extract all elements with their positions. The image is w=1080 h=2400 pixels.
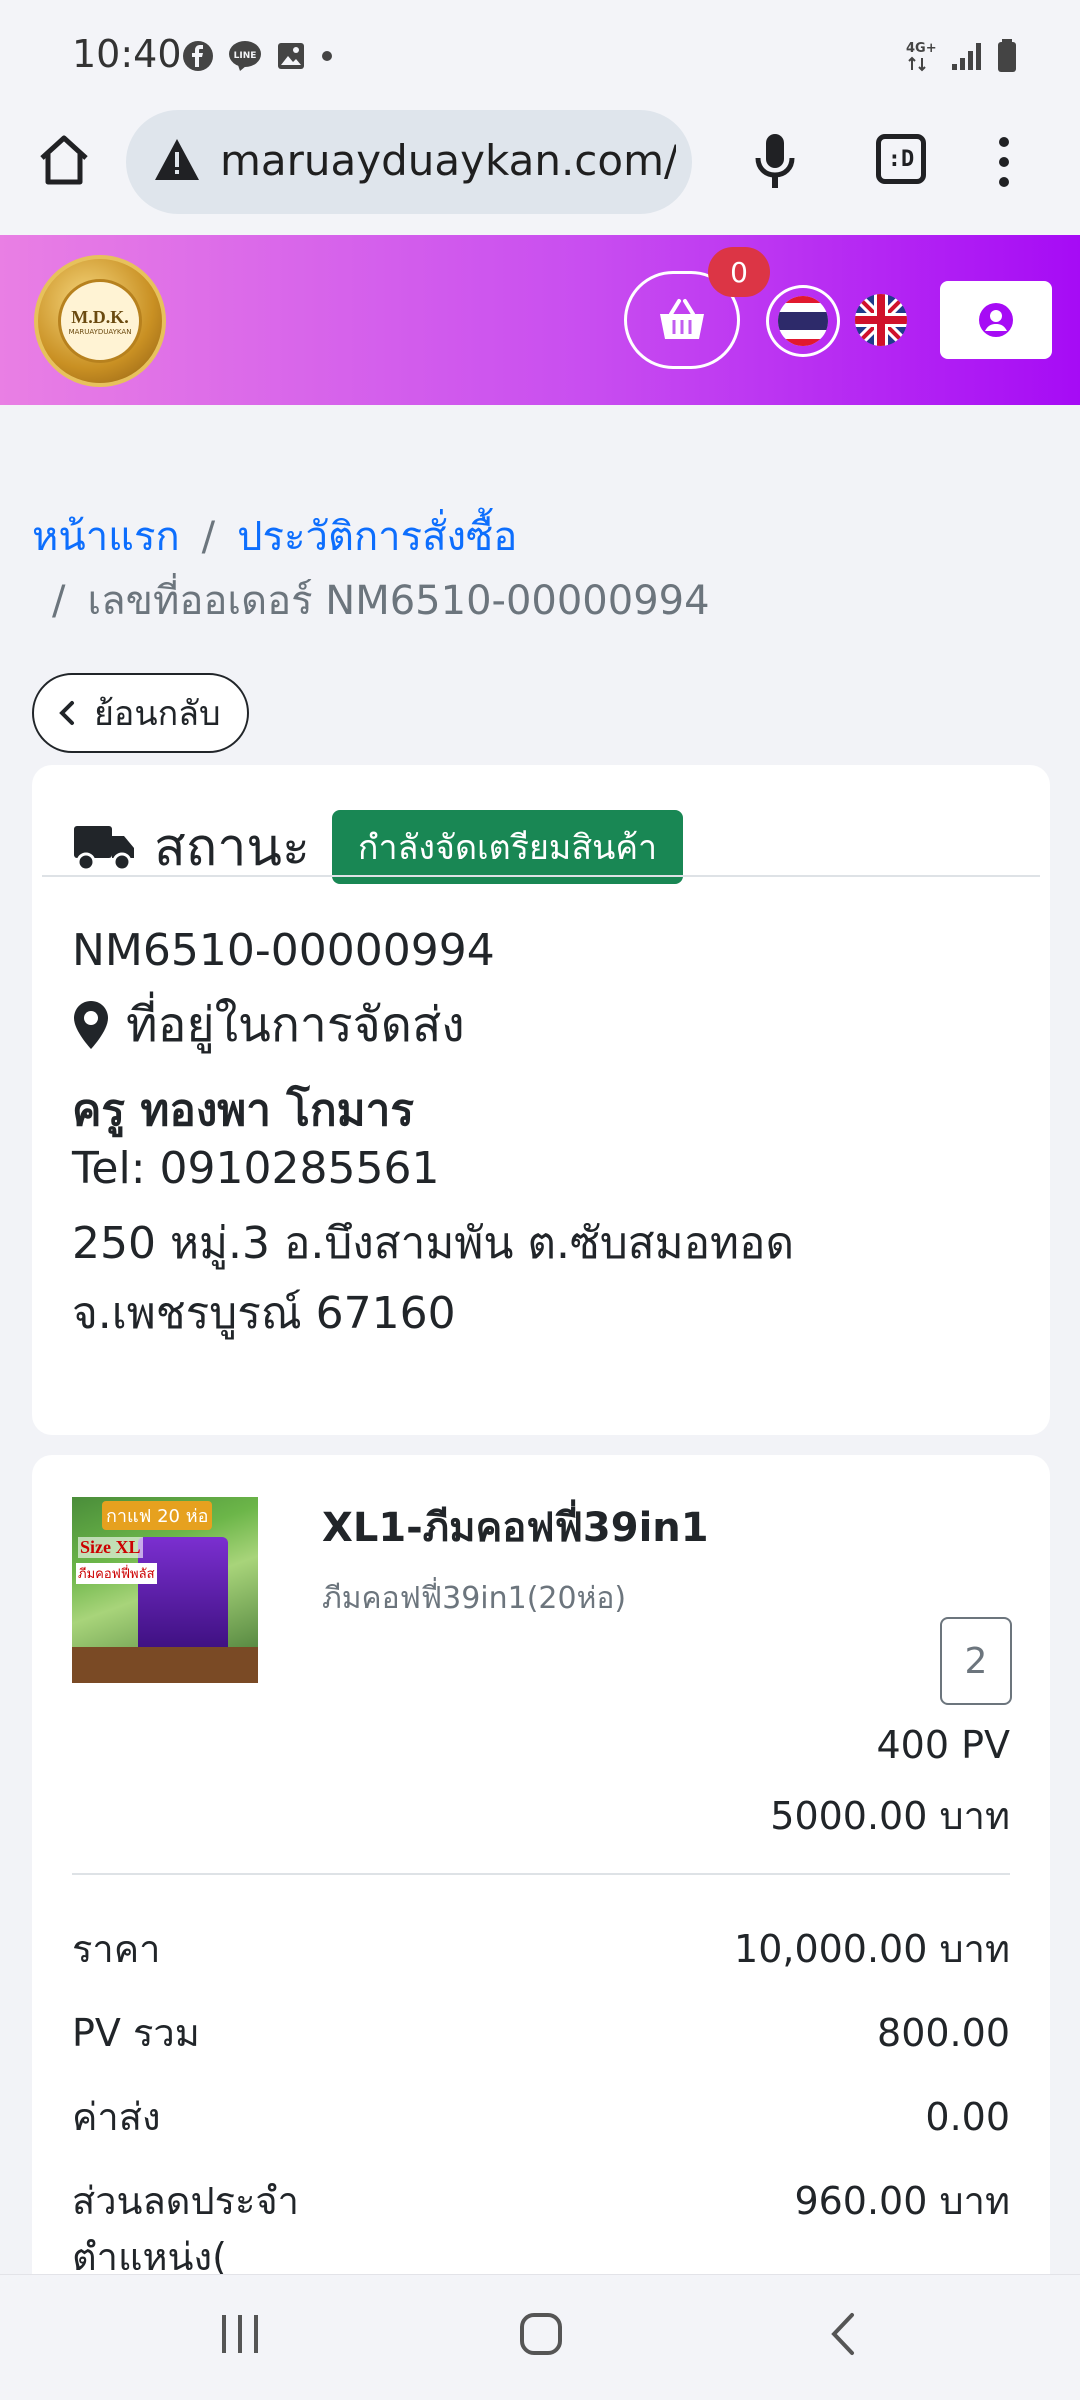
map-marker-icon: [74, 1001, 108, 1049]
logo-subtext: MARUAYDUAYKAN: [68, 327, 132, 336]
more-notifications-icon: [322, 51, 332, 61]
logo-text: M.D.K.: [71, 306, 129, 327]
basket-icon: [660, 299, 704, 339]
site-header: M.D.K. MARUAYDUAYKAN 0: [0, 235, 1080, 405]
summary-value: 0.00: [925, 2095, 1010, 2139]
status-time: 10:40: [72, 32, 182, 76]
warning-icon[interactable]: [152, 136, 202, 184]
notification-icons: LINE: [182, 40, 334, 72]
chevron-left-icon: [59, 701, 74, 725]
more-options-icon[interactable]: [994, 132, 1014, 192]
breadcrumb-separator: /: [52, 578, 66, 624]
divider: [72, 1873, 1010, 1875]
product-image-base: [72, 1647, 258, 1683]
back-button-label: ย้อนกลับ: [94, 694, 221, 734]
cart-count-badge: 0: [708, 247, 770, 297]
customer-name: ครู ทองพา โกมาร: [72, 1085, 414, 1136]
summary-value: 960.00 บาท: [794, 2179, 1010, 2223]
breadcrumb-home[interactable]: หน้าแรก: [32, 514, 180, 560]
shipping-address-label: ที่อยู่ในการจัดส่ง: [126, 997, 465, 1053]
customer-phone: Tel: 0910285561: [72, 1143, 440, 1194]
system-navigation-bar: [0, 2274, 1080, 2400]
status-badge: กำลังจัดเตรียมสินค้า: [331, 809, 684, 884]
user-circle-icon: [979, 303, 1013, 337]
back-nav-icon[interactable]: [826, 2309, 862, 2359]
line-icon: LINE: [229, 41, 261, 71]
breadcrumb-current: เลขที่ออเดอร์ NM6510-00000994: [87, 578, 710, 624]
product-quantity: 2: [940, 1617, 1012, 1705]
address-bar[interactable]: maruayduaykan.com/: [126, 110, 692, 214]
svg-text:LINE: LINE: [234, 51, 257, 61]
thai-flag-icon: [778, 296, 828, 346]
truck-icon: [74, 825, 134, 871]
order-status-card: สถานะ กำลังจัดเตรียมสินค้า NM6510-000009…: [32, 765, 1050, 1435]
product-image-label: กาแฟ 20 ห่อ: [102, 1501, 213, 1530]
product-name: XL1-ภีมคอฟฟี่39in1: [322, 1505, 709, 1551]
summary-value: 10,000.00 บาท: [734, 1927, 1010, 1971]
svg-text:4G+: 4G+: [906, 41, 937, 56]
product-package: [138, 1537, 228, 1655]
product-image-sublabel: ภีมคอฟฟี่พลัส: [76, 1563, 157, 1584]
product-image[interactable]: กาแฟ 20 ห่อ Size XL ภีมคอฟฟี่พลัส: [72, 1497, 258, 1683]
back-button[interactable]: ย้อนกลับ: [32, 673, 249, 753]
order-number: NM6510-00000994: [72, 925, 495, 976]
summary-label: ค่าส่ง: [72, 2095, 161, 2139]
summary-label: PV รวม: [72, 2011, 200, 2055]
microphone-icon[interactable]: [752, 130, 798, 194]
breadcrumb-order-history[interactable]: ประวัติการสั่งซื้อ: [237, 514, 517, 560]
tab-switcher-button[interactable]: :D: [876, 134, 926, 184]
shipping-address-title: ที่อยู่ในการจัดส่ง: [72, 987, 465, 1063]
product-pv: 400 PV: [876, 1723, 1010, 1767]
order-items-card: กาแฟ 20 ห่อ Size XL ภีมคอฟฟี่พลัส XL1-ภี…: [32, 1455, 1050, 2400]
uk-flag-icon[interactable]: [854, 293, 908, 347]
address-line-1: 250 หมู่.3 อ.บึงสามพัน ต.ซับสมอทอด: [72, 1218, 795, 1269]
browser-toolbar: maruayduaykan.com/ :D: [0, 110, 1080, 235]
system-icons: 4G+: [904, 38, 1018, 74]
user-account-button[interactable]: [940, 281, 1052, 359]
customer-address: 250 หมู่.3 อ.บึงสามพัน ต.ซับสมอทอด จ.เพช…: [72, 1209, 972, 1349]
divider: [42, 875, 1040, 877]
product-price: 5000.00 บาท: [770, 1794, 1010, 1838]
home-nav-icon[interactable]: [518, 2309, 564, 2359]
signal-icon: [952, 43, 981, 70]
gallery-icon: [278, 43, 304, 69]
facebook-icon: [183, 41, 213, 71]
url-text[interactable]: maruayduaykan.com/: [220, 136, 676, 185]
recent-apps-icon[interactable]: [218, 2309, 262, 2359]
product-description: ภีมคอฟฟี่39in1(20ห่อ): [322, 1581, 627, 1616]
summary-value: 800.00: [877, 2011, 1010, 2055]
breadcrumb: หน้าแรก / ประวัติการสั่งซื้อ / เลขที่ออเดอร…: [32, 505, 1052, 633]
summary-label: ส่วนลดประจำตำแหน่ง(: [72, 2179, 300, 2279]
network-4g-icon: 4G+: [906, 41, 937, 72]
mdk-logo[interactable]: M.D.K. MARUAYDUAYKAN: [34, 255, 166, 387]
summary-label: ราคา: [72, 1927, 161, 1971]
language-thai-button[interactable]: [766, 285, 840, 357]
product-image-size: Size XL: [78, 1537, 143, 1558]
status-bar: 10:40 LINE 4G+: [0, 0, 1080, 110]
address-line-2: จ.เพชรบูรณ์ 67160: [72, 1288, 456, 1339]
breadcrumb-separator: /: [201, 514, 216, 560]
battery-icon: [998, 39, 1016, 72]
home-icon[interactable]: [34, 130, 94, 190]
